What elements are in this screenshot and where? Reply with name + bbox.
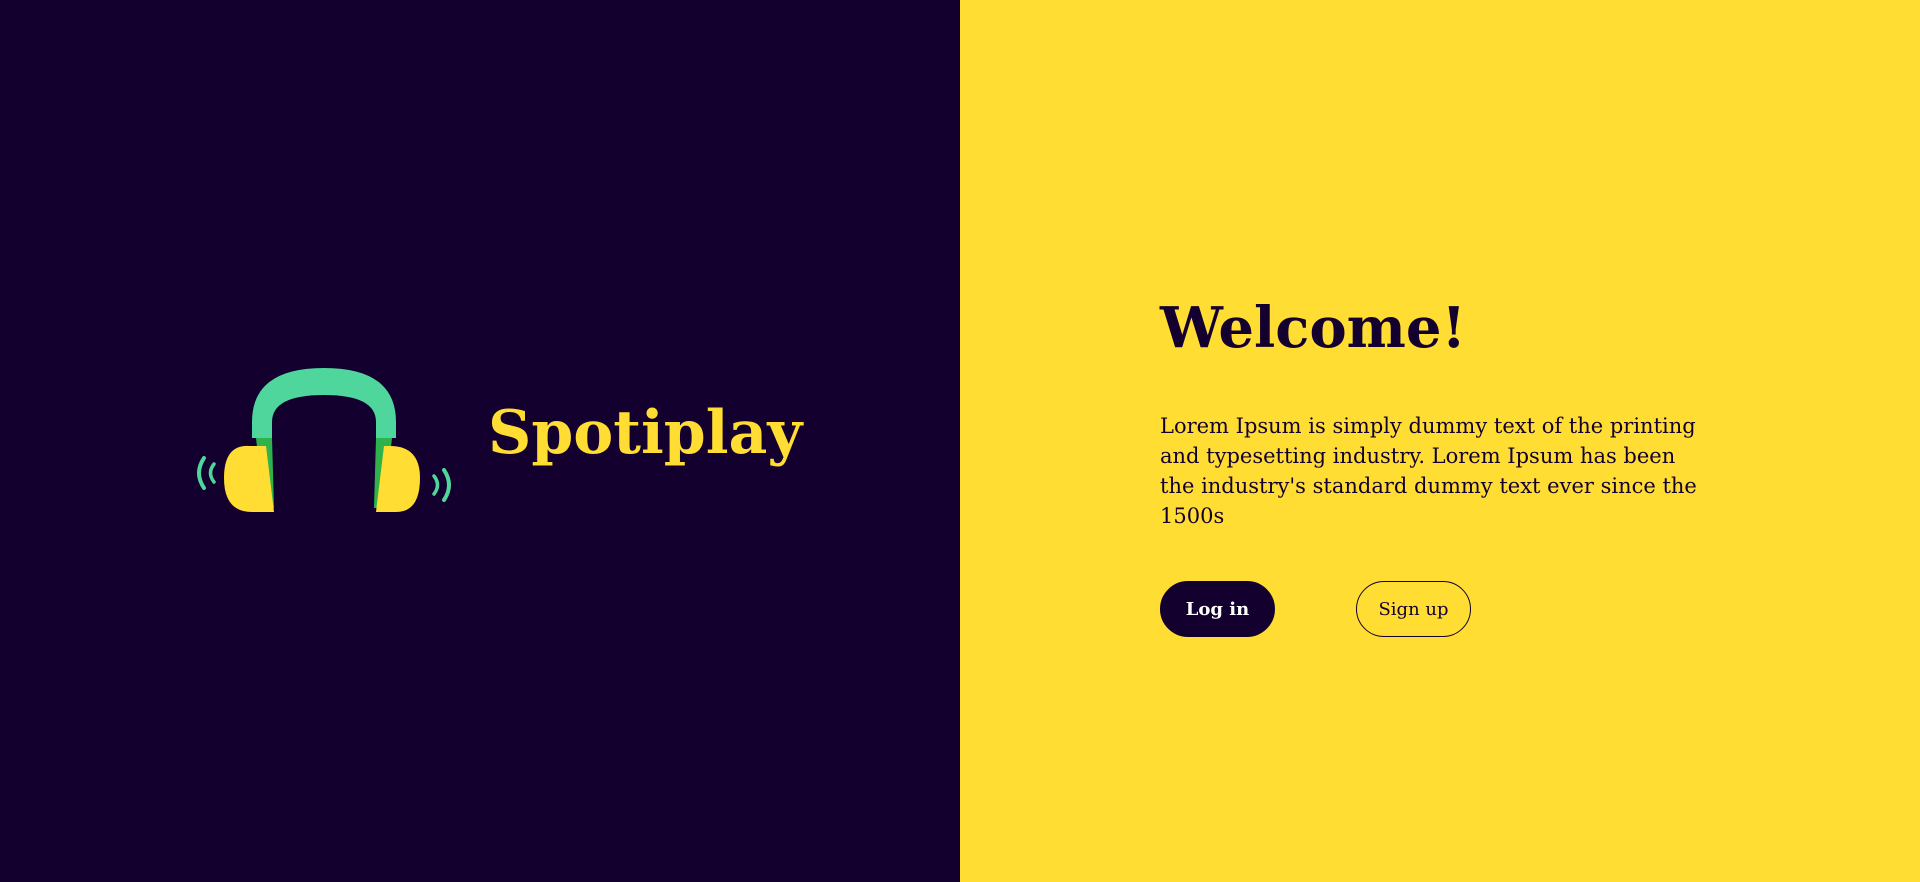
brand-name: Spotiplay — [488, 398, 803, 468]
brand-panel: Spotiplay — [0, 0, 960, 882]
landing-page: Spotiplay Welcome! Lorem Ipsum is simply… — [0, 0, 1920, 882]
signup-button[interactable]: Sign up — [1356, 581, 1471, 637]
welcome-panel: Welcome! Lorem Ipsum is simply dummy tex… — [960, 0, 1920, 882]
welcome-title: Welcome! — [1160, 295, 1467, 361]
headphones-icon — [197, 368, 451, 512]
login-button[interactable]: Log in — [1160, 581, 1275, 637]
welcome-description: Lorem Ipsum is simply dummy text of the … — [1160, 414, 1697, 528]
welcome-content: Welcome! Lorem Ipsum is simply dummy tex… — [1160, 300, 1720, 637]
auth-actions: Log in Sign up — [1160, 581, 1720, 637]
logo: Spotiplay — [190, 366, 802, 516]
